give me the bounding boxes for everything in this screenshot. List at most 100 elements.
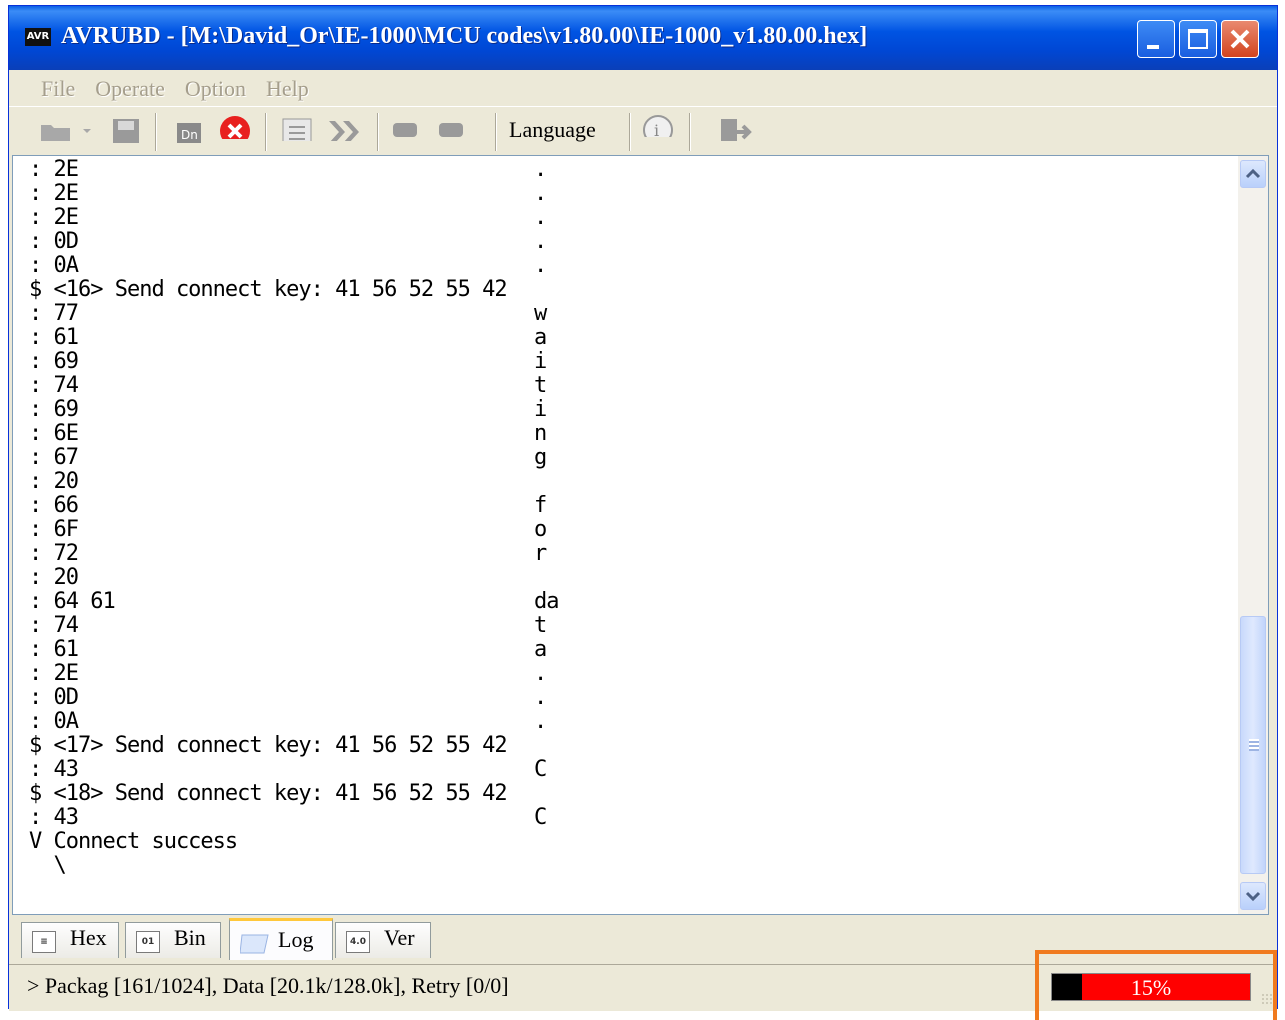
log-ascii: . <box>534 253 547 278</box>
exit-icon[interactable] <box>719 117 753 141</box>
log-hex: : 20 <box>29 469 79 494</box>
list-icon[interactable] <box>281 117 313 141</box>
log-line: : 0A. <box>29 253 547 278</box>
svg-text:Dn: Dn <box>181 128 198 142</box>
log-ascii: a <box>534 637 547 662</box>
log-ascii: t <box>534 613 547 638</box>
log-line: : 69 i <box>29 397 547 422</box>
resize-grip-icon[interactable] <box>1261 993 1273 1005</box>
stop-icon[interactable] <box>219 115 251 139</box>
close-button[interactable] <box>1221 20 1259 58</box>
tab-hex[interactable]: ≡ Hex <box>21 922 119 958</box>
menu-help[interactable]: Help <box>266 76 309 102</box>
log-ascii: a <box>534 325 547 350</box>
status-bar: > Packag [161/1024], Data [20.1k/128.0k]… <box>9 964 1277 1011</box>
log-ascii: o <box>534 517 547 542</box>
log-hex: : 67 <box>29 445 79 470</box>
log-hex: : 0A <box>29 253 79 278</box>
log-hex: : 6F <box>29 517 79 542</box>
log-line: : 43 C <box>29 758 547 782</box>
log-line: : 0A. <box>29 709 547 734</box>
scroll-down-button[interactable] <box>1240 882 1266 910</box>
tab-label: Log <box>278 927 314 952</box>
log-hex: : 0D <box>29 685 79 710</box>
log-hex: : 2E <box>29 157 79 182</box>
tab-ver[interactable]: 4.0 Ver <box>335 922 431 958</box>
tab-log[interactable]: Log <box>229 918 333 960</box>
scroll-thumb[interactable] <box>1240 616 1266 874</box>
toolbar-separator <box>155 113 157 151</box>
log-hex: V Connect success <box>29 829 238 854</box>
vertical-scrollbar[interactable] <box>1238 156 1268 914</box>
log-line: $ <17> Send connect key: 41 56 52 55 42 <box>29 734 508 758</box>
log-line: : 74 t <box>29 614 547 638</box>
title-bar[interactable]: AVR AVRUBD - [M:\David_Or\IE-1000\MCU co… <box>9 6 1277 70</box>
progress-label: 15% <box>1130 975 1172 1000</box>
log-ascii: . <box>534 661 547 686</box>
toolbar-separator <box>377 113 379 151</box>
menu-bar: File Operate Option Help <box>9 70 1277 107</box>
fast-forward-icon[interactable] <box>325 117 365 141</box>
log-hex: : 2E <box>29 661 79 686</box>
maximize-button[interactable] <box>1179 20 1217 58</box>
scroll-up-button[interactable] <box>1240 160 1266 188</box>
tab-label: Hex <box>70 925 107 950</box>
log-line: : 61 a <box>29 637 547 662</box>
log-ascii: i <box>534 397 547 422</box>
log-hex: : 69 <box>29 397 79 422</box>
option2-icon[interactable] <box>437 121 467 145</box>
log-line: : 66 f <box>29 493 547 518</box>
download-chip-icon[interactable]: Dn <box>173 119 205 143</box>
log-hex: : 43 <box>29 805 79 830</box>
progress-bar: 15% <box>1051 973 1251 1001</box>
log-line: : 2E. <box>29 157 547 182</box>
chevron-up-icon <box>1245 168 1261 179</box>
app-icon[interactable]: AVR <box>25 28 51 46</box>
log-hex: : 69 <box>29 349 79 374</box>
minimize-icon <box>1147 45 1159 49</box>
log-ascii: . <box>534 157 547 182</box>
log-line: : 61 a <box>29 326 547 350</box>
log-ascii: . <box>534 685 547 710</box>
log-hex: : 74 <box>29 373 79 398</box>
tab-bin[interactable]: 01 Bin <box>125 922 221 958</box>
toolbar-separator <box>689 113 691 151</box>
log-hex: : 0A <box>29 709 79 734</box>
log-hex: $ <18> Send connect key: 41 56 52 55 42 <box>29 781 508 806</box>
log-icon <box>240 934 269 954</box>
log-ascii: r <box>534 541 547 566</box>
dropdown-arrow-icon[interactable] <box>81 119 95 143</box>
log-line: : 67 g <box>29 445 547 470</box>
version-icon: 4.0 <box>346 931 370 953</box>
tab-label: Ver <box>384 925 415 950</box>
save-icon[interactable] <box>111 119 141 143</box>
log-line: V Connect success <box>29 830 507 854</box>
log-panel[interactable]: : 2E.: 2E.: 2E.: 0D.: 0A. $ <16> Send con… <box>12 155 1269 915</box>
log-hex: \ <box>29 853 66 878</box>
menu-operate[interactable]: Operate <box>95 76 165 102</box>
toolbar-separator <box>629 113 631 151</box>
log-hex: : 61 <box>29 637 79 662</box>
log-hex: : 77 <box>29 301 79 326</box>
open-folder-icon[interactable] <box>39 119 73 143</box>
toolbar-separator <box>265 113 267 151</box>
app-window: AVR AVRUBD - [M:\David_Or\IE-1000\MCU co… <box>8 5 1278 1011</box>
log-line: : 72 r <box>29 542 547 566</box>
language-button[interactable]: Language <box>509 117 596 143</box>
log-ascii: C <box>534 757 547 782</box>
toolbar-separator <box>495 113 497 151</box>
log-ascii: t <box>534 373 547 398</box>
info-icon[interactable]: i <box>641 113 675 137</box>
log-ascii: C <box>534 805 547 830</box>
window-title: AVRUBD - [M:\David_Or\IE-1000\MCU codes\… <box>61 23 868 49</box>
menu-file[interactable]: File <box>41 76 75 102</box>
log-hex: : 66 <box>29 493 79 518</box>
minimize-button[interactable] <box>1137 20 1175 58</box>
menu-option[interactable]: Option <box>185 76 246 102</box>
log-ascii: . <box>534 205 547 230</box>
option-icon[interactable] <box>391 121 421 145</box>
log-line: : 64 61 da <box>29 590 559 614</box>
log-ascii: n <box>534 421 547 446</box>
log-hex: : 2E <box>29 181 79 206</box>
log-ascii: . <box>534 181 547 206</box>
